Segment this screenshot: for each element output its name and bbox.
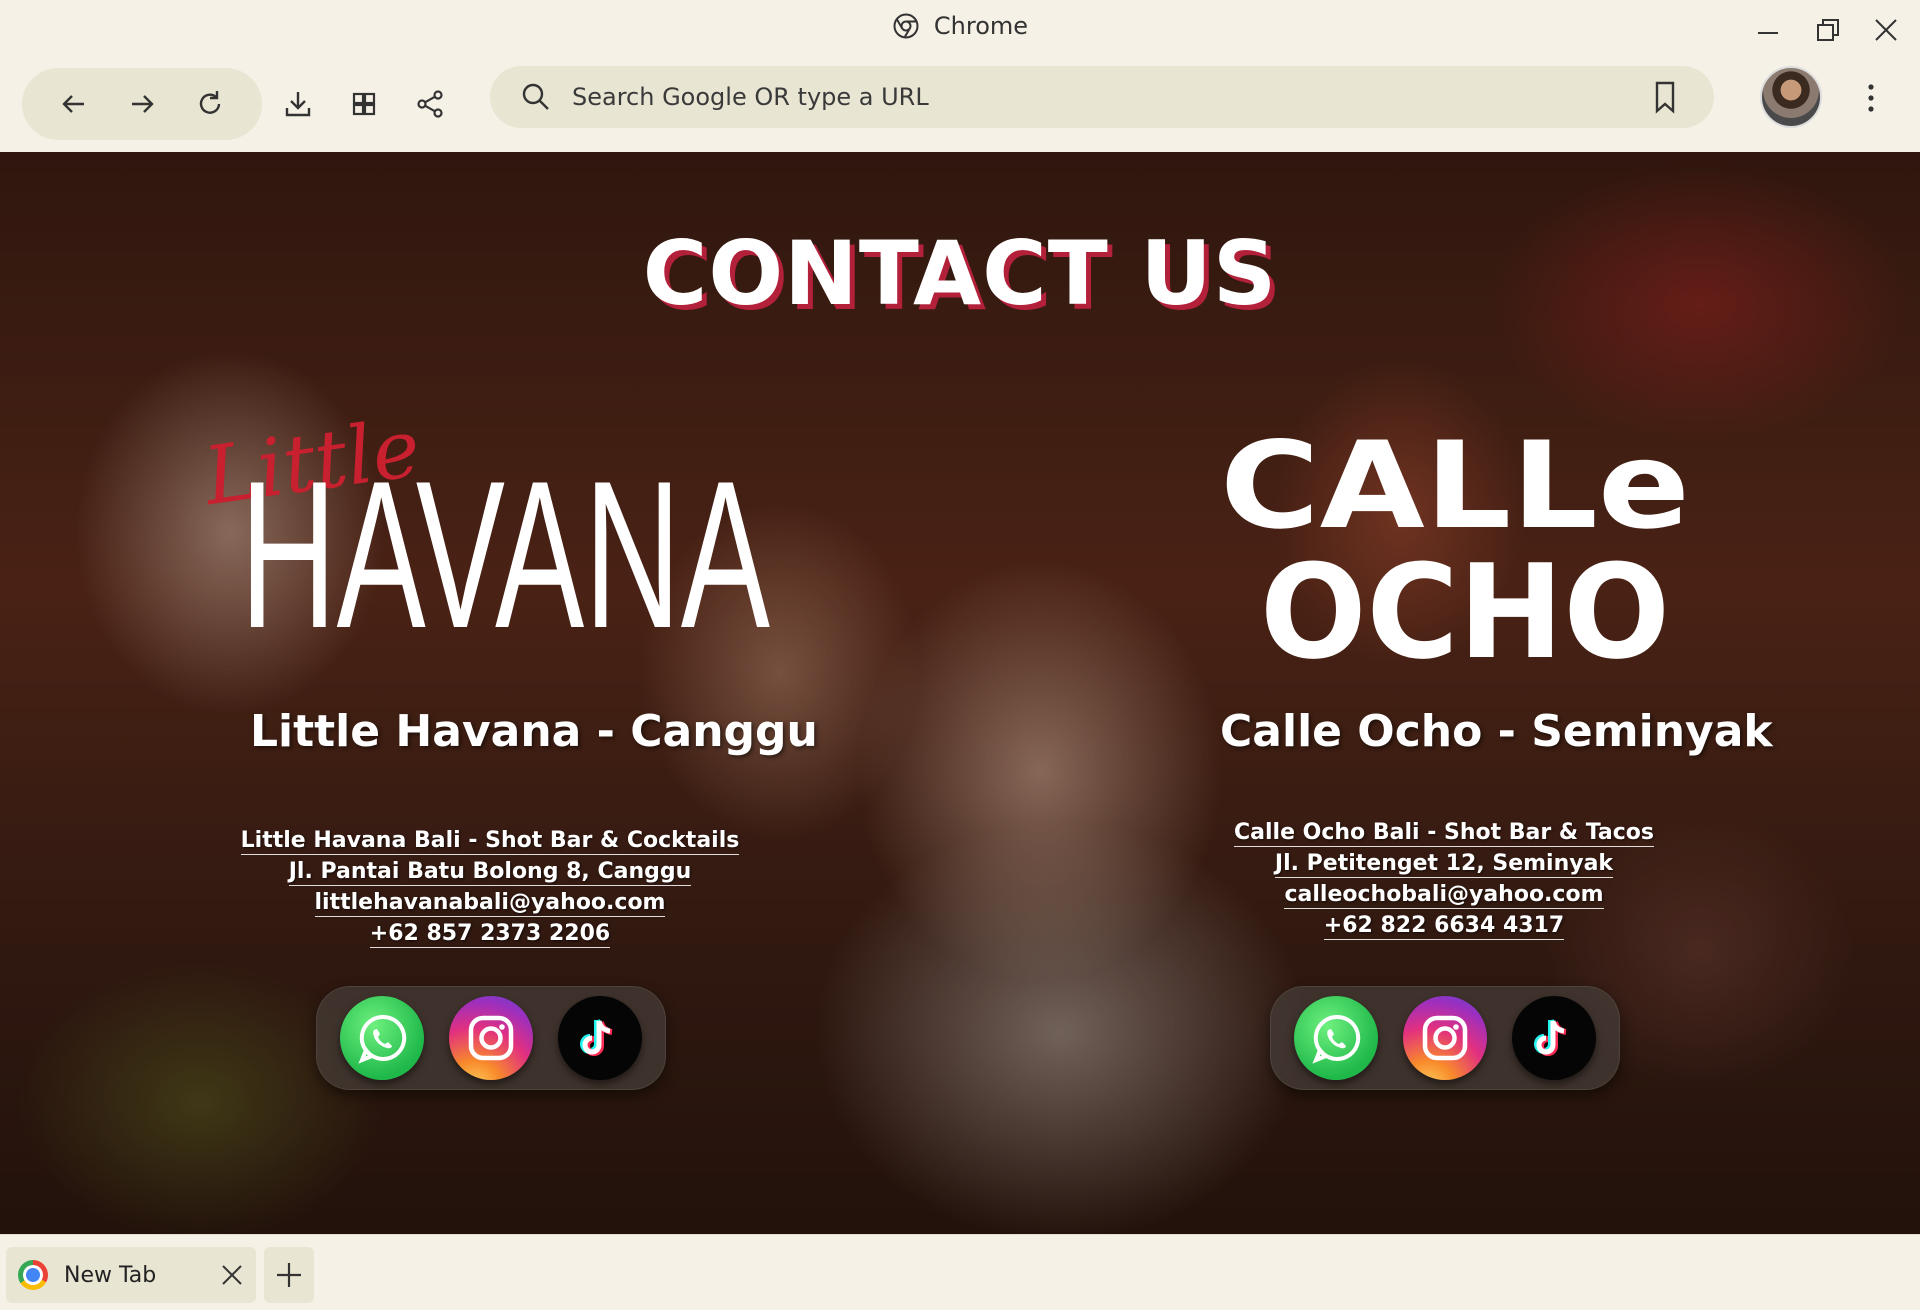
venue-address-link[interactable]: Jl. Petitenget 12, Seminyak xyxy=(1274,851,1614,878)
page-title: CONTACT US xyxy=(642,222,1278,325)
web-page: CONTACT US Little HAVANA CALLe OCHO Litt… xyxy=(0,152,1920,1234)
search-icon xyxy=(522,83,549,110)
tiktok-button[interactable] xyxy=(1511,996,1596,1080)
svg-text:OCHO: OCHO xyxy=(1260,536,1670,672)
arrow-left-icon xyxy=(62,95,84,113)
download-button[interactable] xyxy=(276,82,320,126)
tiktok-button[interactable] xyxy=(557,996,642,1080)
minimize-icon xyxy=(1758,32,1778,34)
bookmark-icon[interactable] xyxy=(1650,80,1680,114)
share-button[interactable] xyxy=(408,82,452,126)
more-vertical-icon xyxy=(1868,84,1874,112)
svg-text:HAVANA: HAVANA xyxy=(240,437,770,642)
window-title-group: Chrome xyxy=(0,12,1920,40)
whatsapp-button[interactable] xyxy=(1294,996,1379,1080)
address-bar[interactable] xyxy=(490,66,1714,128)
social-bar-seminyak xyxy=(1270,986,1620,1090)
instagram-button[interactable] xyxy=(448,996,533,1080)
venue-address-link[interactable]: Jl. Pantai Batu Bolong 8, Canggu xyxy=(288,859,692,886)
address-input[interactable] xyxy=(572,66,1572,128)
contact-section: CONTACT US Little HAVANA CALLe OCHO Litt… xyxy=(0,152,1920,1234)
profile-avatar[interactable] xyxy=(1760,66,1822,128)
venue-details-seminyak: Calle Ocho Bali - Shot Bar & Tacos Jl. P… xyxy=(1234,820,1655,940)
venue-business-link[interactable]: Little Havana Bali - Shot Bar & Cocktail… xyxy=(240,828,740,855)
new-tab-button[interactable] xyxy=(264,1247,314,1303)
tab-close-button[interactable] xyxy=(214,1257,250,1293)
browser-toolbar xyxy=(0,56,1920,152)
reload-button[interactable] xyxy=(188,82,232,126)
whatsapp-button[interactable] xyxy=(340,996,425,1080)
venue-phone-link[interactable]: +62 822 6634 4317 xyxy=(1323,913,1565,940)
tiktok-icon xyxy=(1533,1019,1567,1056)
reload-icon xyxy=(199,91,221,114)
navigation-group xyxy=(22,68,262,140)
minimize-button[interactable] xyxy=(1748,12,1788,48)
close-window-button[interactable] xyxy=(1866,12,1906,48)
calle-ocho-logo: CALLe OCHO xyxy=(1220,417,1690,672)
restore-icon xyxy=(1817,19,1839,41)
tab-strip: New Tab xyxy=(0,1234,1920,1310)
restore-button[interactable] xyxy=(1808,12,1848,48)
chrome-favicon-icon xyxy=(18,1260,48,1290)
venue-name-canggu: Little Havana - Canggu xyxy=(250,706,818,757)
tab-label: New Tab xyxy=(64,1262,157,1288)
whatsapp-icon xyxy=(1312,1014,1361,1064)
close-icon xyxy=(222,1265,242,1285)
venue-email-link[interactable]: littlehavanabali@yahoo.com xyxy=(314,890,666,917)
window-title: Chrome xyxy=(933,12,1029,40)
download-icon xyxy=(285,92,311,117)
arrow-right-icon xyxy=(132,95,154,113)
instagram-button[interactable] xyxy=(1402,996,1487,1080)
forward-button[interactable] xyxy=(120,82,164,126)
share-icon xyxy=(417,90,443,118)
extensions-button[interactable] xyxy=(342,82,386,126)
whatsapp-icon xyxy=(358,1014,407,1064)
close-icon xyxy=(1875,19,1897,41)
venue-business-link[interactable]: Calle Ocho Bali - Shot Bar & Tacos xyxy=(1234,820,1655,847)
chrome-icon xyxy=(893,13,919,39)
back-button[interactable] xyxy=(52,82,96,126)
little-havana-logo: Little HAVANA xyxy=(200,401,770,642)
instagram-icon xyxy=(468,1015,514,1061)
instagram-icon xyxy=(1422,1015,1468,1061)
social-bar-canggu xyxy=(316,986,666,1090)
tab-new-tab[interactable]: New Tab xyxy=(6,1247,256,1303)
plus-icon xyxy=(277,1263,301,1287)
venue-phone-link[interactable]: +62 857 2373 2206 xyxy=(369,921,611,948)
venue-name-seminyak: Calle Ocho - Seminyak xyxy=(1220,706,1773,757)
window-titlebar: Chrome xyxy=(0,0,1920,56)
more-menu-button[interactable] xyxy=(1856,78,1886,118)
venue-details-canggu: Little Havana Bali - Shot Bar & Cocktail… xyxy=(240,828,740,948)
extensions-icon xyxy=(352,92,376,116)
venue-email-link[interactable]: calleochobali@yahoo.com xyxy=(1284,882,1604,909)
tiktok-icon xyxy=(579,1019,613,1056)
